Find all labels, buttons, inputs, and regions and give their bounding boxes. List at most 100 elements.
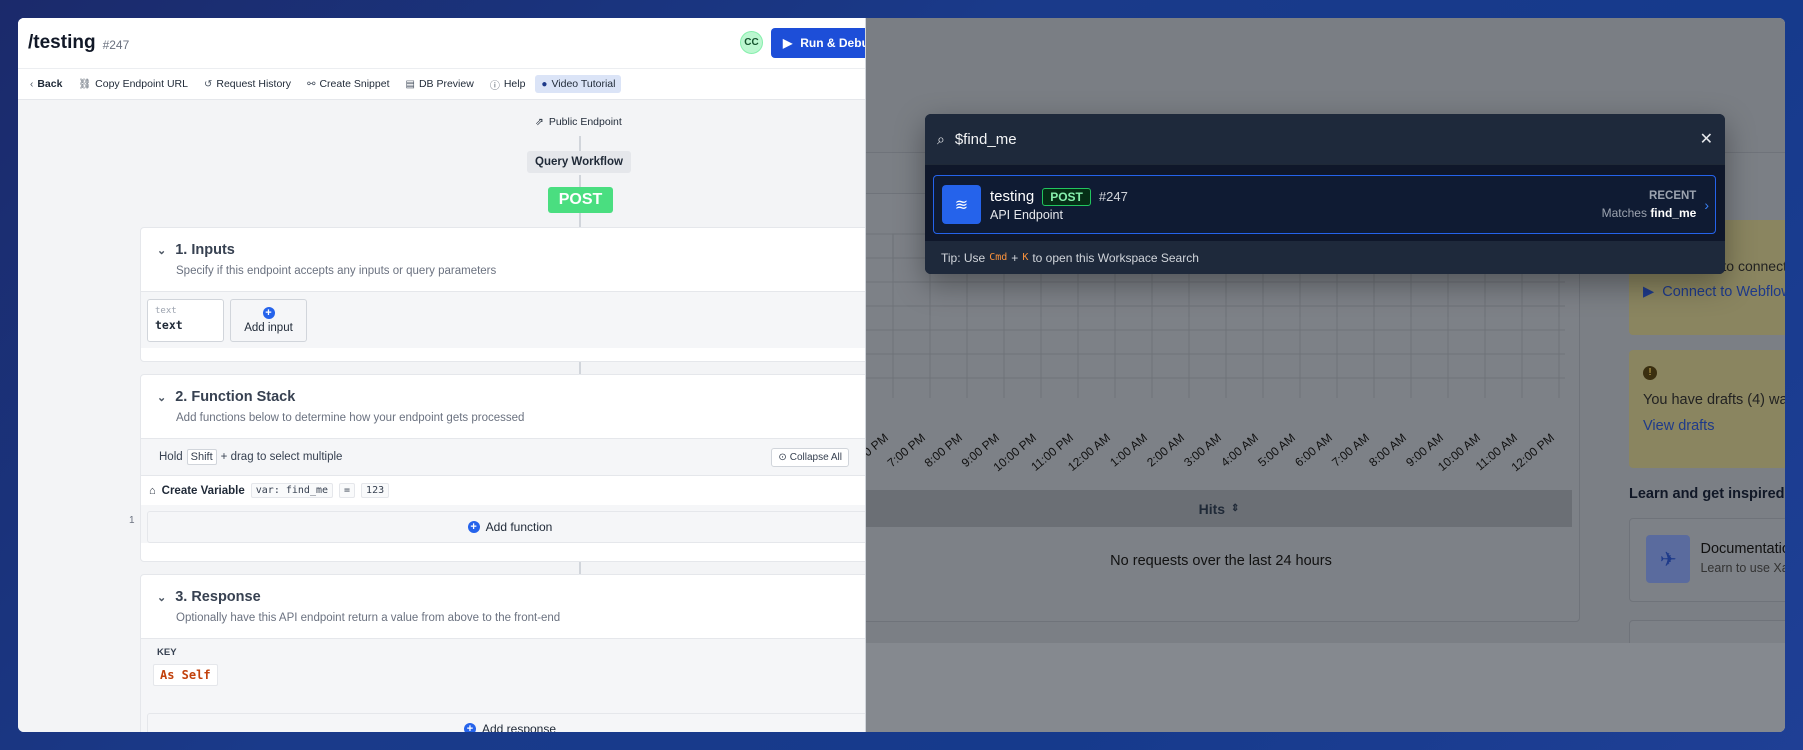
- snippet-icon: ⚯: [307, 78, 316, 90]
- matches-label: Matches: [1601, 205, 1647, 220]
- db-preview-button[interactable]: ▤ DB Preview: [400, 75, 480, 93]
- time-axis-label: 1:00 AM: [1107, 431, 1150, 470]
- function-stack-section-title[interactable]: ⌄ 2. Function Stack: [157, 389, 863, 405]
- create-snippet-label: Create Snippet: [319, 78, 390, 90]
- play-circle-icon: ●: [541, 78, 548, 90]
- time-axis-label: 8:00 PM: [922, 431, 965, 470]
- inputs-body: text text + Add input: [141, 291, 865, 348]
- add-function-button[interactable]: + Add function: [147, 511, 865, 543]
- connect-webflow-link[interactable]: ▶ Connect to Webflow: [1643, 284, 1785, 300]
- result-type: API Endpoint: [990, 207, 1063, 222]
- rocket-icon: ✈: [1646, 535, 1691, 583]
- time-axis-label: 6:00 PM: [866, 431, 891, 470]
- response-description: Optionally have this API endpoint return…: [176, 612, 561, 624]
- connector-line: [579, 362, 581, 374]
- create-snippet-button[interactable]: ⚯ Create Snippet: [301, 75, 395, 93]
- response-body: KEY As Self + Add response: [141, 638, 865, 732]
- plus-circle-icon: +: [463, 723, 476, 732]
- matches-text: Matches find_me: [1602, 206, 1697, 220]
- sort-icon: ⇕: [1231, 503, 1240, 514]
- play-icon: ▶: [1643, 284, 1655, 300]
- method-badge[interactable]: POST: [548, 187, 613, 213]
- drag-hint-text: + drag to select multiple: [220, 451, 343, 463]
- close-icon[interactable]: ✕: [1700, 129, 1713, 149]
- run-debug-button[interactable]: ▶ Run & Debug: [771, 28, 865, 58]
- endpoint-id: #247: [102, 37, 130, 52]
- view-drafts-link[interactable]: View drafts: [1643, 418, 1785, 434]
- external-link-icon: ⇗: [535, 116, 544, 128]
- time-axis-label: 7:00 PM: [885, 431, 928, 470]
- response-key-value[interactable]: As Self: [153, 664, 218, 686]
- input-card-text[interactable]: text text: [147, 299, 224, 342]
- plus-circle-icon: +: [262, 307, 275, 319]
- collapse-icon: ⊙: [778, 451, 787, 463]
- copy-endpoint-url-button[interactable]: ⛓ Copy Endpoint URL: [72, 75, 194, 93]
- link-icon: ⛓: [78, 78, 92, 90]
- input-name: text: [155, 318, 183, 332]
- response-section-title[interactable]: ⌄ 3. Response: [157, 589, 863, 605]
- chevron-left-icon: ‹: [30, 78, 34, 90]
- add-response-label: Add response: [481, 722, 557, 732]
- public-endpoint-toggle[interactable]: ⇗ Public Endpoint: [535, 116, 622, 128]
- drafts-text: You have drafts (4) wa: [1643, 392, 1785, 408]
- back-label: Back: [37, 78, 63, 90]
- function-row[interactable]: ⌂ Create Variable var: find_me = 123: [141, 475, 865, 505]
- search-bar: ⌕ ✕: [925, 114, 1725, 165]
- inputs-section-title[interactable]: ⌄ 1. Inputs: [157, 242, 863, 258]
- collapse-all-label: Collapse All: [789, 451, 842, 463]
- history-icon: ↺: [203, 78, 213, 90]
- k-key: K: [1022, 252, 1029, 263]
- hold-text: Hold: [159, 451, 183, 463]
- video-tutorial-button[interactable]: ● Video Tutorial: [535, 75, 622, 93]
- result-method-badge: POST: [1042, 187, 1091, 206]
- plus-circle-icon: +: [467, 521, 480, 533]
- documentation-title: Documentation: [1700, 541, 1785, 557]
- time-axis-label: 6:00 AM: [1292, 431, 1335, 470]
- dashboard-footer-band: [866, 643, 1785, 732]
- search-result-item[interactable]: ≋ testing POST #247 API Endpoint RECENT …: [933, 175, 1716, 234]
- time-axis-label: 8:00 AM: [1366, 431, 1409, 470]
- avatar[interactable]: CC: [740, 31, 763, 54]
- inputs-title-text: 1. Inputs: [175, 242, 235, 258]
- cmd-key: Cmd: [989, 252, 1008, 263]
- multi-select-hint: Hold Shift + drag to select multiple ⊙ C…: [141, 439, 865, 475]
- chevron-down-icon: ⌄: [157, 244, 167, 257]
- value-chip: 123: [361, 483, 390, 498]
- request-history-button[interactable]: ↺ Request History: [198, 75, 297, 93]
- connect-webflow-label: Connect to Webflow: [1662, 284, 1785, 300]
- function-stack-title-text: 2. Function Stack: [175, 389, 296, 405]
- tip-suffix: to open this Workspace Search: [1032, 250, 1199, 265]
- time-axis-label: 4:00 AM: [1218, 431, 1261, 470]
- hits-header-label: Hits: [1198, 500, 1226, 517]
- chevron-down-icon: ⌄: [157, 391, 167, 404]
- documentation-card[interactable]: ✈ Documentation Learn to use Xa: [1629, 518, 1785, 602]
- copy-endpoint-url-label: Copy Endpoint URL: [95, 78, 188, 90]
- no-requests-message: No requests over the last 24 hours: [1110, 553, 1332, 569]
- workflow-canvas: ⇗ Public Endpoint Query Workflow POST ⌄ …: [18, 100, 865, 732]
- layers-icon: ≋: [942, 185, 981, 224]
- function-row-number: 1: [129, 515, 135, 526]
- endpoint-editor-panel: /testing #247 CC ▶ Run & Debug ‹ Back ⛓ …: [18, 18, 866, 732]
- editor-toolbar: ‹ Back ⛓ Copy Endpoint URL ↺ Request His…: [18, 68, 865, 100]
- shift-key: Shift: [186, 449, 217, 465]
- page-title: /testing: [28, 32, 96, 53]
- add-response-button[interactable]: + Add response: [147, 713, 865, 732]
- back-button[interactable]: ‹ Back: [24, 75, 68, 93]
- matches-value: find_me: [1650, 205, 1697, 220]
- time-axis-label: 7:00 AM: [1329, 431, 1372, 470]
- help-button[interactable]: ⓘ Help: [484, 74, 532, 95]
- connector-line: [579, 136, 581, 151]
- time-axis-label: 3:00 AM: [1181, 431, 1224, 470]
- public-endpoint-label: Public Endpoint: [548, 116, 622, 128]
- hits-column-header[interactable]: Hits ⇕: [866, 490, 1572, 527]
- warning-icon: !: [1643, 366, 1657, 380]
- search-input[interactable]: [954, 130, 1700, 148]
- add-input-button[interactable]: + Add input: [230, 299, 307, 342]
- input-type: text: [155, 306, 177, 316]
- search-tip: Tip: Use Cmd + K to open this Workspace …: [925, 241, 1725, 274]
- collapse-all-button[interactable]: ⊙ Collapse All: [771, 447, 849, 467]
- result-id: #247: [1098, 189, 1128, 204]
- connector-line: [579, 213, 581, 227]
- function-stack-section: ⌄ 2. Function Stack Add functions below …: [140, 374, 865, 562]
- help-label: Help: [503, 78, 526, 90]
